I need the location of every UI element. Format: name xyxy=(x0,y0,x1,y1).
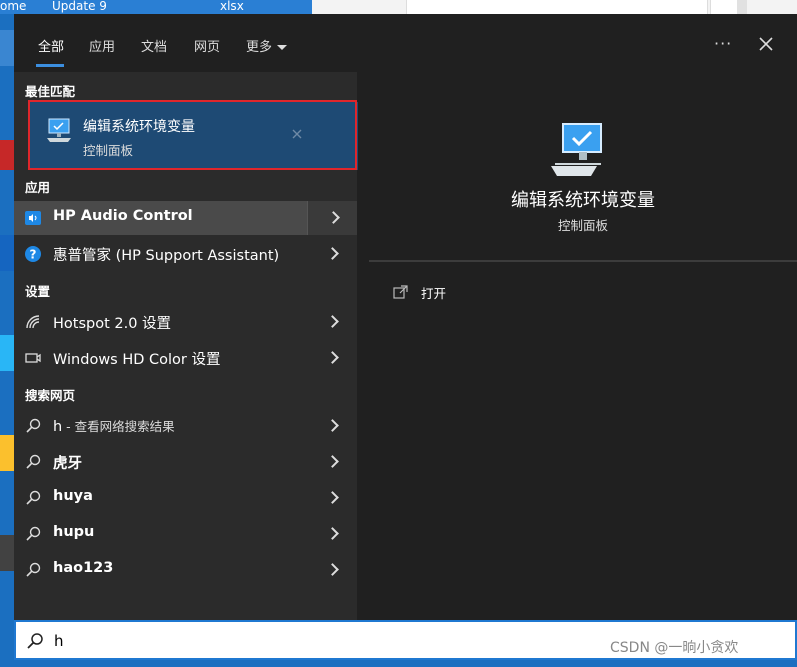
expand-button[interactable] xyxy=(307,481,357,515)
section-settings: 设置 xyxy=(25,284,51,299)
chevron-right-icon xyxy=(327,211,340,224)
app-item-hp-support-assistant[interactable]: ? 惠普管家 (HP Support Assistant) xyxy=(14,237,357,271)
tab-more[interactable]: 更多 xyxy=(246,36,288,55)
desktop-icon[interactable] xyxy=(0,235,14,271)
help-question-icon: ? xyxy=(25,246,41,262)
desktop-icon[interactable] xyxy=(0,535,14,571)
tab-apps[interactable]: 应用 xyxy=(89,36,115,55)
app-item-hp-audio-control[interactable]: HP Audio Control xyxy=(14,201,357,235)
search-input[interactable] xyxy=(52,628,556,654)
chevron-down-icon xyxy=(277,45,288,50)
web-item-suffix: - 查看网络搜索结果 xyxy=(62,419,175,434)
display-icon xyxy=(25,353,41,363)
web-item[interactable]: huya xyxy=(14,481,357,515)
open-action-label: 打开 xyxy=(421,286,447,301)
search-icon xyxy=(26,454,41,469)
web-item-query: huya xyxy=(53,488,93,504)
desktop-icon[interactable] xyxy=(0,335,14,371)
active-tab-indicator xyxy=(36,64,64,67)
svg-text:?: ? xyxy=(30,248,37,262)
desktop-label: xlsx xyxy=(220,0,244,13)
chevron-right-icon xyxy=(326,419,339,432)
expand-button[interactable] xyxy=(307,201,357,235)
expand-button[interactable] xyxy=(307,517,357,551)
desktop-icon[interactable] xyxy=(0,30,14,66)
results-list: 最佳匹配 编辑系统环境变量 控制面板 应用 HP Audio Control ?… xyxy=(14,72,358,620)
settings-item-hotspot[interactable]: Hotspot 2.0 设置 xyxy=(14,305,357,339)
preview-title: 编辑系统环境变量 xyxy=(511,190,655,211)
watermark: CSDN @一晌小贪欢 xyxy=(610,640,739,656)
monitor-settings-icon xyxy=(551,123,602,176)
search-icon xyxy=(26,490,41,505)
search-icon xyxy=(27,633,43,649)
hp-audio-icon xyxy=(25,211,41,225)
preview-divider xyxy=(369,260,797,262)
web-item-query: hao123 xyxy=(53,560,114,576)
open-external-icon xyxy=(393,285,408,299)
chevron-right-icon xyxy=(326,491,339,504)
chevron-right-icon xyxy=(326,563,339,576)
desktop-label: Update 9 xyxy=(52,0,107,13)
web-item[interactable]: 虎牙 xyxy=(14,445,357,479)
web-item-query: 虎牙 xyxy=(53,456,82,472)
web-item-query: h xyxy=(53,419,63,435)
expand-button[interactable] xyxy=(307,553,357,587)
desktop-icon[interactable] xyxy=(0,140,14,170)
web-item[interactable]: hao123 xyxy=(14,553,357,587)
chevron-right-icon xyxy=(326,315,339,328)
preview-pane: 编辑系统环境变量 控制面板 打开 xyxy=(369,84,797,620)
tab-documents[interactable]: 文档 xyxy=(141,36,167,55)
chevron-right-icon xyxy=(326,247,339,260)
web-item[interactable]: hupu xyxy=(14,517,357,551)
tab-more-label: 更多 xyxy=(246,40,273,55)
search-icon xyxy=(26,526,41,541)
web-item[interactable]: h - 查看网络搜索结果 xyxy=(14,409,357,443)
app-item-label: HP Audio Control xyxy=(53,208,193,224)
selection-highlight-frame xyxy=(28,100,357,170)
web-item-label: h - 查看网络搜索结果 xyxy=(53,416,175,435)
close-icon[interactable] xyxy=(758,36,774,52)
settings-item-hd-color[interactable]: Windows HD Color 设置 xyxy=(14,341,357,375)
settings-item-label: Windows HD Color 设置 xyxy=(53,352,221,368)
desktop-icon[interactable] xyxy=(0,435,14,471)
section-web: 搜索网页 xyxy=(25,388,76,403)
settings-item-label: Hotspot 2.0 设置 xyxy=(53,316,172,332)
tab-web[interactable]: 网页 xyxy=(194,36,220,55)
wifi-signal-icon xyxy=(26,315,40,329)
more-options-button[interactable]: ··· xyxy=(714,34,732,53)
expand-button[interactable] xyxy=(307,445,357,479)
search-icon xyxy=(26,562,41,577)
preview-subtitle: 控制面板 xyxy=(557,218,608,233)
chevron-right-icon xyxy=(326,455,339,468)
search-tabs-bar: 全部 应用 文档 网页 更多 ··· xyxy=(14,14,797,72)
app-item-label: 惠普管家 (HP Support Assistant) xyxy=(53,248,280,264)
search-icon xyxy=(26,418,41,433)
desktop-label: ome xyxy=(0,0,27,13)
section-apps: 应用 xyxy=(25,180,51,195)
expand-button[interactable] xyxy=(307,341,357,375)
expand-button[interactable] xyxy=(307,409,357,443)
expand-button[interactable] xyxy=(307,237,357,271)
chevron-right-icon xyxy=(326,527,339,540)
chevron-right-icon xyxy=(326,351,339,364)
search-panel: 全部 应用 文档 网页 更多 ··· 最佳匹配 编辑系统环境变量 控制面板 应用 xyxy=(14,14,797,620)
tab-all[interactable]: 全部 xyxy=(38,36,64,55)
web-item-query: hupu xyxy=(53,524,95,540)
expand-button[interactable] xyxy=(307,305,357,339)
section-best-match: 最佳匹配 xyxy=(25,84,76,99)
